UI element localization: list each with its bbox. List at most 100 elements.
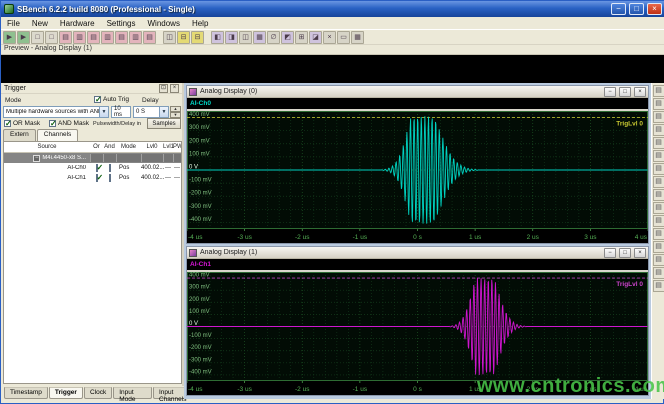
maximize-icon[interactable]: □ bbox=[619, 248, 631, 258]
minimize-icon[interactable]: − bbox=[604, 87, 616, 97]
toolbar-button-20-icon[interactable]: ◩ bbox=[281, 31, 294, 44]
side-button-03-icon[interactable]: ▤ bbox=[653, 111, 664, 123]
chevron-down-icon[interactable]: ▼ bbox=[159, 107, 168, 117]
analog-display-0-plot[interactable]: TrigLvl 0400 mV300 mV200 mV100 mV0 V-100… bbox=[187, 111, 648, 243]
or-mask-checkbox[interactable]: OR Mask bbox=[4, 120, 40, 127]
trigger-mode-select[interactable]: Multiple hardware sources with AND/OR ▼ bbox=[3, 106, 109, 118]
trigger-panel-header[interactable]: Trigger ⊡ × bbox=[1, 83, 182, 94]
side-button-09-icon[interactable]: ▤ bbox=[653, 189, 664, 201]
toolbar-button-23-icon[interactable]: × bbox=[323, 31, 336, 44]
toolbar-button-17-icon[interactable]: ◫ bbox=[239, 31, 252, 44]
channel-label-bar: AI-Ch0 bbox=[187, 98, 648, 109]
toolbar-button-01-icon[interactable]: ▶ bbox=[3, 31, 16, 44]
toolbar-button-10-icon[interactable]: ▥ bbox=[129, 31, 142, 44]
analog-display-0-titlebar[interactable]: Analog Display (0) − □ × bbox=[187, 86, 648, 98]
float-panel-icon[interactable]: ⊡ bbox=[159, 84, 168, 93]
tab-timestamp[interactable]: Timestamp bbox=[4, 387, 48, 399]
toolbar-button-09-icon[interactable]: ▤ bbox=[115, 31, 128, 44]
trigger-source-tabs: Extern Channels bbox=[3, 129, 78, 141]
close-panel-icon[interactable]: × bbox=[170, 84, 179, 93]
side-button-11-icon[interactable]: ▤ bbox=[653, 215, 664, 227]
toolbar-button-15-icon[interactable]: ◧ bbox=[211, 31, 224, 44]
toolbar-button-25-icon[interactable]: ▦ bbox=[351, 31, 364, 44]
preview-area[interactable] bbox=[1, 55, 664, 83]
side-button-13-icon[interactable]: ▤ bbox=[653, 241, 664, 253]
tab-clock[interactable]: Clock bbox=[84, 387, 112, 399]
toolbar-button-11-icon[interactable]: ▤ bbox=[143, 31, 156, 44]
close-icon[interactable]: × bbox=[634, 87, 646, 97]
toolbar-button-24-icon[interactable]: ▭ bbox=[337, 31, 350, 44]
menu-settings[interactable]: Settings bbox=[101, 17, 142, 29]
side-button-15-icon[interactable]: ▤ bbox=[653, 267, 664, 279]
toolbar-button-16-icon[interactable]: ◨ bbox=[225, 31, 238, 44]
side-button-14-icon[interactable]: ▤ bbox=[653, 254, 664, 266]
analog-display-1-window[interactable]: Analog Display (1) − □ × AI-Ch1 TrigLvl … bbox=[186, 246, 649, 396]
minimize-button[interactable]: − bbox=[611, 3, 626, 15]
side-button-12-icon[interactable]: ▤ bbox=[653, 228, 664, 240]
maximize-icon[interactable]: □ bbox=[619, 87, 631, 97]
auto-trig-checkbox-box[interactable] bbox=[94, 96, 101, 103]
group-device-label: M4i.4450-x8 S... bbox=[42, 155, 86, 161]
close-icon[interactable]: × bbox=[634, 248, 646, 258]
analog-display-1-titlebar[interactable]: Analog Display (1) − □ × bbox=[187, 247, 648, 259]
toolbar-button-14-icon[interactable]: ⊟ bbox=[191, 31, 204, 44]
toolbar-button-22-icon[interactable]: ◪ bbox=[309, 31, 322, 44]
toolbar-button-13-icon[interactable]: ⊟ bbox=[177, 31, 190, 44]
tab-extern[interactable]: Extern bbox=[3, 129, 36, 141]
side-button-05-icon[interactable]: ▤ bbox=[653, 137, 664, 149]
or-checkbox[interactable] bbox=[96, 174, 98, 182]
toolbar-button-06-icon[interactable]: ▥ bbox=[73, 31, 86, 44]
toolbar-button-03-icon[interactable]: □ bbox=[31, 31, 44, 44]
main-titlebar[interactable]: SBench 6.2.2 build 8080 (Professional - … bbox=[1, 1, 664, 17]
close-button[interactable]: × bbox=[647, 3, 662, 15]
menu-help[interactable]: Help bbox=[186, 17, 214, 29]
auto-trig-checkbox[interactable]: Auto Trig bbox=[94, 96, 129, 103]
side-button-07-icon[interactable]: ▤ bbox=[653, 163, 664, 175]
delay-select[interactable]: 0 S ▼ bbox=[133, 106, 169, 118]
menu-hardware[interactable]: Hardware bbox=[54, 17, 101, 29]
tab-input-mode[interactable]: Input Mode bbox=[113, 387, 152, 399]
column-header-and: And bbox=[103, 144, 116, 150]
collapse-icon[interactable]: − bbox=[33, 155, 40, 162]
side-button-02-icon[interactable]: ▤ bbox=[653, 98, 664, 110]
side-button-08-icon[interactable]: ▤ bbox=[653, 176, 664, 188]
delay-spinner[interactable]: ▲ ▼ bbox=[170, 106, 181, 118]
toolbar-button-08-icon[interactable]: ▥ bbox=[101, 31, 114, 44]
menu-new[interactable]: New bbox=[26, 17, 54, 29]
or-checkbox[interactable] bbox=[96, 164, 98, 172]
and-checkbox[interactable] bbox=[109, 174, 111, 182]
side-button-16-icon[interactable]: ▤ bbox=[653, 280, 664, 292]
toolbar-button-07-icon[interactable]: ▤ bbox=[87, 31, 100, 44]
minimize-icon[interactable]: − bbox=[604, 248, 616, 258]
toolbar-button-19-icon[interactable]: ∅ bbox=[267, 31, 280, 44]
tab-channels[interactable]: Channels bbox=[37, 129, 78, 141]
auto-trig-timeout-field[interactable]: 10 ms bbox=[111, 106, 131, 118]
toolbar-button-02-icon[interactable]: ▶ bbox=[17, 31, 30, 44]
toolbar-button-12-icon[interactable]: ◫ bbox=[163, 31, 176, 44]
or-mask-checkbox-box[interactable] bbox=[4, 120, 11, 127]
group-cell bbox=[163, 154, 173, 162]
side-button-01-icon[interactable]: ▤ bbox=[653, 85, 664, 97]
toolbar-button-21-icon[interactable]: ⊞ bbox=[295, 31, 308, 44]
samples-button[interactable]: Samples bbox=[147, 118, 181, 129]
analog-display-0-window[interactable]: Analog Display (0) − □ × AI-Ch0 TrigLvl … bbox=[186, 85, 649, 244]
toolbar-button-04-icon[interactable]: □ bbox=[45, 31, 58, 44]
table-group-row[interactable]: −M4i.4450-x8 S... bbox=[4, 153, 181, 163]
toolbar-button-05-icon[interactable]: ▤ bbox=[59, 31, 72, 44]
trigger-channels-table[interactable]: SourceOrAndModeLvl0Lvl1PW−M4i.4450-x8 S.… bbox=[3, 141, 182, 384]
and-checkbox[interactable] bbox=[109, 164, 111, 172]
table-row[interactable]: AI-Ch1Pos400.02...------ bbox=[4, 173, 181, 183]
maximize-button[interactable]: □ bbox=[629, 3, 644, 15]
side-button-04-icon[interactable]: ▤ bbox=[653, 124, 664, 136]
channel-ai-ch0-label: AI-Ch0 bbox=[190, 100, 211, 107]
menu-windows[interactable]: Windows bbox=[142, 17, 186, 29]
chevron-down-icon[interactable]: ▼ bbox=[99, 107, 108, 117]
and-mask-checkbox-box[interactable] bbox=[49, 120, 56, 127]
tab-trigger[interactable]: Trigger bbox=[49, 387, 83, 399]
menu-file[interactable]: File bbox=[1, 17, 26, 29]
side-button-06-icon[interactable]: ▤ bbox=[653, 150, 664, 162]
toolbar-button-18-icon[interactable]: ▦ bbox=[253, 31, 266, 44]
and-mask-checkbox[interactable]: AND Mask bbox=[49, 120, 89, 127]
table-row[interactable]: AI-Ch0Pos400.02...------ bbox=[4, 163, 181, 173]
side-button-10-icon[interactable]: ▤ bbox=[653, 202, 664, 214]
